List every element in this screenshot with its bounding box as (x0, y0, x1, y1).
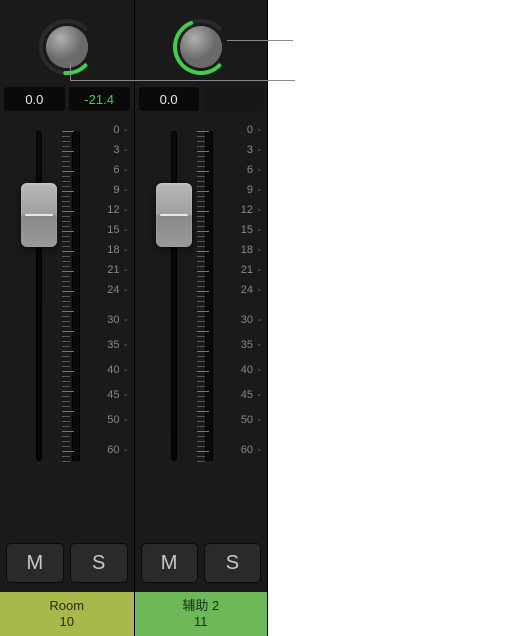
channel-label[interactable]: 辅助 2 11 (135, 592, 268, 636)
channel-number: 11 (194, 614, 208, 630)
callout-line (70, 80, 295, 81)
fader[interactable] (18, 131, 60, 461)
channel-name: 辅助 2 (182, 598, 219, 614)
mute-solo-row: M S (0, 538, 134, 592)
channel-label[interactable]: Room 10 (0, 592, 134, 636)
peak-value[interactable] (203, 87, 263, 111)
pan-knob-area (135, 0, 268, 85)
mixer-panel: 0.0 -21.4 0-3-6-9-12-15-18-21-24-30-35-4… (0, 0, 268, 636)
solo-button[interactable]: S (70, 543, 128, 583)
mute-button[interactable]: M (6, 543, 64, 583)
channel-strip-2: 0.0 0-3-6-9-12-15-18-21-24-30-35-40-45-5… (134, 0, 268, 636)
fader-area: 0-3-6-9-12-15-18-21-24-30-35-40-45-50-60… (0, 113, 134, 538)
mute-button[interactable]: M (141, 543, 198, 583)
value-row: 0.0 -21.4 (0, 85, 134, 113)
solo-button[interactable]: S (204, 543, 261, 583)
scale-ticks (197, 131, 211, 461)
pan-knob-area (0, 0, 134, 85)
callout-line (70, 62, 71, 80)
mute-solo-row: M S (135, 538, 268, 592)
callout-line (227, 40, 293, 41)
channel-number: 10 (60, 614, 74, 630)
gain-value[interactable]: 0.0 (4, 87, 65, 111)
scale-ticks (62, 131, 76, 461)
channel-strip-1: 0.0 -21.4 0-3-6-9-12-15-18-21-24-30-35-4… (0, 0, 134, 636)
peak-value[interactable]: -21.4 (69, 87, 130, 111)
value-row: 0.0 (135, 85, 268, 113)
channel-name: Room (49, 598, 84, 614)
pan-knob[interactable] (171, 17, 231, 77)
gain-value[interactable]: 0.0 (139, 87, 199, 111)
fader-area: 0-3-6-9-12-15-18-21-24-30-35-40-45-50-60… (135, 113, 268, 538)
pan-knob[interactable] (37, 17, 97, 77)
fader[interactable] (153, 131, 195, 461)
